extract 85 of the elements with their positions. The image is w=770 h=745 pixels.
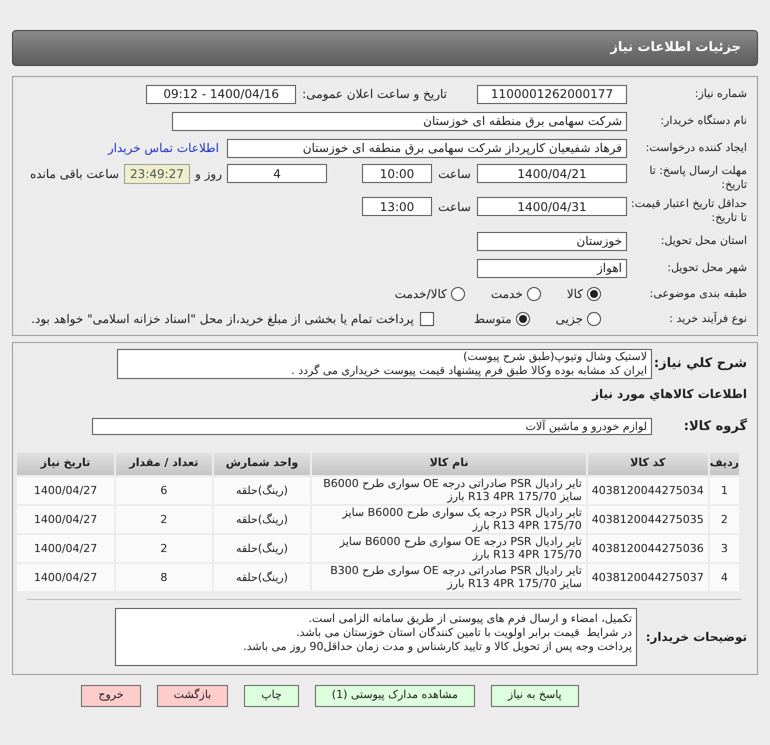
field-label: طبقه بندی موضوعی: [648, 287, 747, 301]
table-cell: 2 [115, 504, 213, 534]
group-field: لوازم خودرو و ماشین آلات [92, 418, 652, 436]
action-button[interactable]: بازگشت [156, 684, 228, 706]
text-field[interactable]: 1400/04/31 [477, 197, 627, 216]
notes-line: تکمیل، امضاء و ارسال فرم های پیوستی از طریق سامانه الزامی است. [308, 612, 632, 625]
table-cell: تایر رادیال PSR درجه OE سواری طرح B6000 سایز 175/70 R13 4PR بارز [311, 534, 587, 562]
field-label: ساعت باقی مانده [30, 166, 119, 183]
text-field[interactable]: 13:00 [362, 197, 432, 216]
field-label: شهر محل تحویل: [666, 261, 747, 275]
field-label: ایجاد کننده درخواست: [644, 141, 747, 155]
column-header: کد کالا [586, 452, 709, 476]
table-cell: تایر رادیال PSR صادراتی درجه OE سواری طرح B300 سایز 175/70 R13 4PR بارز [311, 562, 587, 592]
radio-button[interactable] [587, 287, 601, 301]
table-cell: 6 [115, 476, 213, 504]
text-field[interactable]: 1400/04/16 - 09:12 [146, 84, 296, 104]
description-line: لاستیک وشال وتیوپ(طبق شرح پیوست) [462, 350, 647, 364]
column-header: تاریخ نیاز [16, 452, 116, 476]
radio-label: جزیی [556, 311, 583, 328]
table-cell: (رینگ)حلقه [212, 562, 312, 592]
table-cell: 4038120044275037 [586, 562, 709, 592]
table-cell: تایر رادیال PSR صادراتی درجه OE سواری طرح B6000 سایز 175/70 R13 4PR بارز [311, 476, 587, 504]
text-field[interactable]: شرکت سهامی برق منطقه ای خوزستان [172, 112, 627, 130]
table-cell: 1400/04/27 [16, 562, 116, 592]
notes-line: پرداخت وجه پس از تحویل کالا و تایید کارشناس و مدت زمان حداقل90 روز می باشد. [242, 640, 632, 654]
field-label: استان محل تحویل: [660, 234, 747, 248]
table-cell: (رینگ)حلقه [212, 476, 312, 504]
table-cell: 4038120044275036 [586, 534, 709, 562]
section-label: توضیحات خریدار: [644, 628, 747, 646]
field-label: ساعت [437, 199, 472, 216]
section-title: اطلاعات کالاهاي مورد نياز [590, 386, 747, 403]
countdown-field: 23:49:27 [124, 164, 190, 184]
table-cell: تایر رادیال PSR درجه یک سواری طرح B6000 سایز 175/70 R13 4PR بارز [311, 504, 587, 534]
text-field[interactable]: 10:00 [362, 164, 432, 183]
action-button[interactable]: چاپ [244, 684, 299, 706]
table-cell: (رینگ)حلقه [212, 534, 312, 562]
action-button[interactable]: پاسخ به نیاز [490, 684, 579, 706]
table-cell: 2 [708, 504, 740, 534]
table-cell: 1 [708, 476, 740, 504]
table-cell: 8 [115, 562, 213, 592]
table-cell: 2 [115, 534, 213, 562]
field-label: حداقل تاریخ اعتبار قیمت: تا تاریخ: [630, 197, 747, 225]
radio-label: کالا [566, 286, 583, 303]
table-cell: 4038120044275035 [586, 504, 709, 534]
table-cell: 1400/04/27 [16, 534, 116, 562]
field-label: مهلت ارسال پاسخ: تا تاریخ: [648, 164, 747, 192]
section-label: گروه کالا: [682, 417, 747, 436]
table-cell: (رینگ)حلقه [212, 504, 312, 534]
table-cell: 4038120044275034 [586, 476, 709, 504]
radio-label: خدمت [490, 286, 523, 303]
radio-button[interactable] [516, 312, 530, 326]
column-header: واحد شمارش [212, 452, 312, 476]
text-field[interactable]: خوزستان [477, 232, 627, 250]
field-label: نوع فرآیند خرید : [668, 312, 747, 326]
action-button[interactable]: خروج [81, 684, 141, 706]
field-label: روز و [195, 166, 222, 183]
page-header: جزئیات اطلاعات نیاز [12, 30, 758, 66]
field-label: نام دستگاه خریدار: [659, 114, 747, 128]
checkbox-label: پرداخت تمام یا بخشی از مبلغ خرید،از محل "اسناد خزانه اسلامی" خواهد بود. [31, 311, 414, 328]
table-cell: 1400/04/27 [16, 504, 116, 534]
action-button[interactable]: مشاهده مدارک پیوستی (1) [314, 684, 475, 706]
text-field[interactable]: فرهاد شفیعیان کارپرداز شرکت سهامی برق منطقه ای خوزستان [227, 138, 627, 158]
field-label: شماره نیاز: [694, 87, 747, 101]
radio-label: متوسط [474, 311, 512, 328]
table-cell: 4 [708, 562, 740, 592]
field-label: ساعت [437, 166, 472, 183]
field-label: تاریخ و ساعت اعلان عمومی: [302, 86, 447, 103]
contact-link[interactable]: اطلاعات تماس خریدار [108, 139, 219, 157]
description-line: ایران کد مشابه بوده وکالا طبق فرم پیشنهاد قیمت پیوست خریداری می گردد . [290, 364, 647, 378]
section-label: شرح کلي نياز: [652, 355, 747, 374]
text-field[interactable]: اهواز [477, 258, 627, 278]
radio-button[interactable] [526, 287, 541, 301]
column-header: ردیف [708, 452, 740, 476]
radio-button[interactable] [450, 287, 465, 301]
column-header: نام کالا [311, 452, 587, 476]
column-header: تعداد / مقدار [115, 452, 213, 476]
text-field[interactable]: 1100001262000177 [477, 84, 627, 104]
text-field[interactable]: 4 [227, 164, 327, 183]
text-field[interactable]: 1400/04/21 [477, 164, 627, 183]
notes-line: در شرایط قیمت برابر اولویت با تامین کنندگان استان خوزستان می باشد. [295, 626, 632, 640]
radio-button[interactable] [587, 312, 601, 326]
table-cell: 3 [708, 534, 740, 562]
checkbox[interactable] [420, 312, 434, 326]
radio-label: کالا/خدمت [394, 286, 447, 303]
table-cell: 1400/04/27 [16, 476, 116, 504]
